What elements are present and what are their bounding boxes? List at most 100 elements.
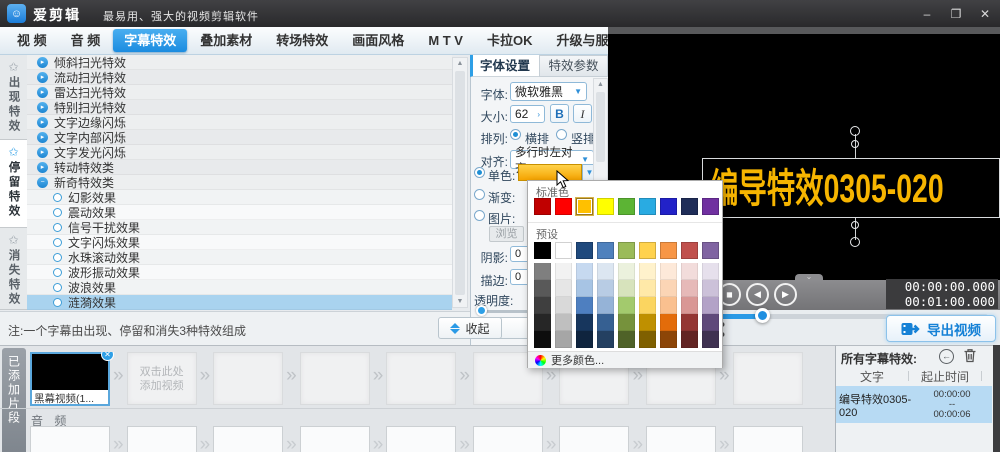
preset-shade-swatch[interactable] [702,331,719,348]
preset-shade-swatch[interactable] [681,263,698,280]
preset-shade-swatch[interactable] [534,331,551,348]
preset-shade-swatch[interactable] [660,314,677,331]
audio-placeholder-slot[interactable] [386,426,456,452]
preset-shade-swatch[interactable] [534,263,551,280]
side-tab-disappear-effects[interactable]: ✩ 消失特效 [0,228,27,310]
collapse-minus-icon[interactable]: − [37,177,48,188]
preset-shade-swatch[interactable] [681,314,698,331]
more-colors-item[interactable]: 更多颜色... [528,351,722,368]
single-color-swatch[interactable] [518,164,582,181]
preset-shade-swatch[interactable] [534,297,551,314]
preset-shade-swatch[interactable] [534,280,551,297]
expand-arrow-icon[interactable]: ▸ [37,132,48,143]
preset-shade-swatch[interactable] [639,314,656,331]
timeline-placeholder-slot[interactable]: 双击此处添加视频 [127,352,197,405]
nav-tab-overlay-material[interactable]: 叠加素材 [189,29,263,52]
seek-slider-thumb[interactable] [755,308,770,323]
preset-shade-swatch[interactable] [660,331,677,348]
audio-placeholder-slot[interactable] [30,426,110,452]
tab-font-settings[interactable]: 字体设置 [470,55,539,77]
audio-placeholder-slot[interactable] [733,426,803,452]
preset-shade-swatch[interactable] [534,314,551,331]
preset-shade-swatch[interactable] [576,331,593,348]
preset-color-swatch[interactable] [576,242,593,259]
radio-single-color[interactable] [474,167,485,178]
standard-color-swatch[interactable] [576,198,593,215]
preset-shade-swatch[interactable] [555,280,572,297]
audio-placeholder-slot[interactable] [559,426,629,452]
tab-effect-params[interactable]: 特效参数 [539,55,608,77]
browse-button[interactable]: 浏览 [489,226,524,242]
italic-button[interactable]: I [573,104,592,123]
preset-shade-swatch[interactable] [597,314,614,331]
preset-shade-swatch[interactable] [618,280,635,297]
timeline-placeholder-slot[interactable] [213,352,283,405]
preset-shade-swatch[interactable] [660,280,677,297]
nav-tab-subtitle-effects[interactable]: 字幕特效 [113,29,187,52]
expand-arrow-icon[interactable]: ▸ [37,117,48,128]
subtitle-overlay-text[interactable]: 编导特效0305-020 [710,163,944,215]
preset-shade-swatch[interactable] [702,297,719,314]
expand-arrow-icon[interactable]: ▸ [37,87,48,98]
timeline-placeholder-slot[interactable] [386,352,456,405]
trash-icon[interactable] [963,348,977,368]
preset-shade-swatch[interactable] [681,280,698,297]
expand-arrow-icon[interactable]: ▸ [37,162,48,173]
expand-arrow-icon[interactable]: ▸ [37,72,48,83]
audio-placeholder-slot[interactable] [127,426,197,452]
preset-shade-swatch[interactable] [660,297,677,314]
preset-color-swatch[interactable] [702,242,719,259]
scrollbar-thumb[interactable] [455,71,465,295]
nav-tab-karaoke[interactable]: 卡拉OK [476,29,544,52]
preset-color-swatch[interactable] [597,242,614,259]
collapse-notch-icon[interactable]: ⌄ [795,274,823,281]
standard-color-swatch[interactable] [534,198,551,215]
standard-color-swatch[interactable] [597,198,614,215]
preset-shade-swatch[interactable] [639,280,656,297]
preset-shade-swatch[interactable] [576,297,593,314]
effects-scrollbar[interactable]: ▲ ▼ [452,57,468,308]
font-size-input[interactable]: 62 › [510,105,545,123]
added-clips-tab[interactable]: 已添加片段 [2,348,26,452]
effect-item[interactable]: 涟漪效果 [27,295,452,310]
standard-color-swatch[interactable] [660,198,677,215]
radio-image[interactable] [474,210,485,221]
preset-color-swatch[interactable] [639,242,656,259]
preset-shade-swatch[interactable] [555,263,572,280]
font-family-select[interactable]: 微软雅黑 ▼ [510,82,587,101]
preset-shade-swatch[interactable] [660,263,677,280]
preset-shade-swatch[interactable] [681,331,698,348]
scroll-up-icon[interactable]: ▲ [453,60,467,67]
resize-handle-top[interactable] [851,140,859,148]
back-arrow-icon[interactable]: ← [939,349,954,364]
preset-color-swatch[interactable] [660,242,677,259]
audio-placeholder-slot[interactable] [473,426,543,452]
close-icon[interactable]: ✕ [978,7,992,21]
preset-shade-swatch[interactable] [618,331,635,348]
handle-bottom-outer[interactable] [850,237,860,247]
preset-shade-swatch[interactable] [597,331,614,348]
opacity-slider-thumb[interactable] [476,305,487,316]
standard-color-swatch[interactable] [681,198,698,215]
scroll-down-icon[interactable]: ▼ [453,298,467,305]
preset-shade-swatch[interactable] [639,331,656,348]
standard-color-swatch[interactable] [702,198,719,215]
preset-color-swatch[interactable] [618,242,635,259]
remove-clip-icon[interactable]: ✕ [101,352,114,361]
next-frame-button[interactable]: ▶ [774,283,797,306]
expand-arrow-icon[interactable]: ▸ [37,57,48,68]
timeline-placeholder-slot[interactable] [733,352,803,405]
prev-frame-button[interactable]: ◀ [746,283,769,306]
clip-black-video[interactable]: 黑幕视频(1... ✕ [30,352,110,406]
preset-shade-swatch[interactable] [702,280,719,297]
preset-shade-swatch[interactable] [597,297,614,314]
resize-handle-bottom[interactable] [851,221,859,229]
radio-vertical[interactable] [556,129,567,140]
size-spinner-icon[interactable]: › [537,110,540,119]
scroll-up-icon[interactable]: ▲ [594,81,607,88]
preset-shade-swatch[interactable] [597,263,614,280]
radio-horizontal[interactable] [510,129,521,140]
side-tab-stay-effects[interactable]: ✩ 停留特效 [0,140,27,228]
radio-gradient[interactable] [474,189,485,200]
export-video-button[interactable]: 导出视频 [886,315,996,342]
